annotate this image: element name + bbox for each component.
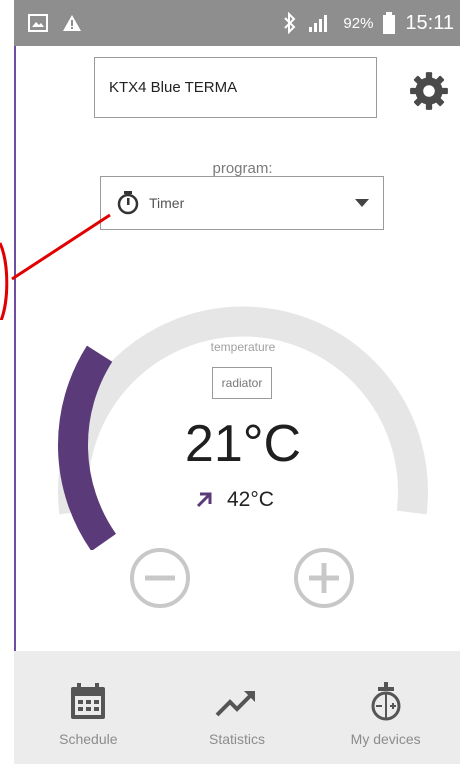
stopwatch-icon	[117, 191, 139, 215]
nav-schedule[interactable]: Schedule	[14, 651, 163, 764]
calendar-icon	[71, 683, 106, 719]
device-icon	[371, 682, 401, 721]
program-dropdown[interactable]: Timer	[100, 176, 384, 230]
settings-gear-icon[interactable]	[408, 70, 450, 112]
gallery-notification-icon	[28, 14, 48, 32]
nav-my-devices-label: My devices	[350, 731, 421, 747]
nav-statistics[interactable]: Statistics	[163, 651, 312, 764]
battery-icon	[383, 12, 396, 34]
nav-schedule-label: Schedule	[59, 731, 118, 747]
increase-temperature-button[interactable]	[292, 546, 356, 610]
warning-icon	[63, 15, 81, 31]
clock: 15:11	[405, 11, 454, 34]
arrow-up-right-icon	[196, 492, 212, 508]
device-name: KTX4 Blue TERMA	[109, 79, 238, 96]
current-temperature-row: 42°C	[195, 488, 274, 512]
sensor-label: radiator	[221, 376, 263, 390]
device-name-field[interactable]: KTX4 Blue TERMA	[94, 57, 377, 118]
trend-icon	[215, 691, 255, 717]
nav-my-devices[interactable]: My devices	[311, 651, 460, 764]
decrease-temperature-button[interactable]	[128, 546, 192, 610]
sensor-selector[interactable]: radiator	[212, 367, 272, 399]
signal-icon	[309, 15, 328, 32]
program-label: program:	[212, 160, 273, 177]
current-temperature: 42°C	[227, 488, 274, 511]
status-bar: 92% 15:11	[14, 0, 460, 46]
bottom-navigation: Schedule Statistics My devices	[14, 651, 460, 764]
nav-statistics-label: Statistics	[209, 731, 266, 747]
bluetooth-icon	[284, 12, 296, 34]
chevron-down-icon	[355, 199, 369, 207]
set-temperature: 21°C	[184, 415, 302, 473]
temperature-label: temperature	[210, 340, 276, 354]
program-value: Timer	[149, 195, 185, 211]
battery-percent: 92%	[343, 14, 374, 32]
